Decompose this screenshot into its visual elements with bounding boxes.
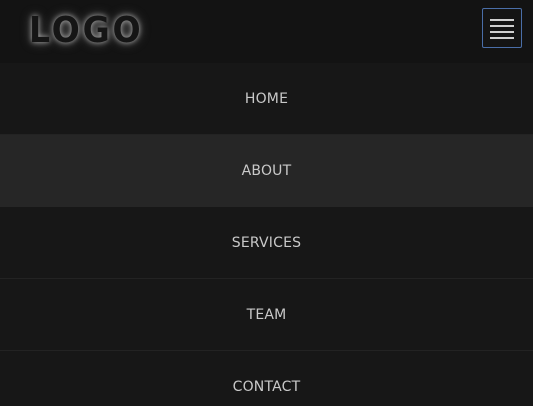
- hamburger-menu-icon: [490, 19, 514, 39]
- nav-item-services[interactable]: SERVICES: [0, 207, 533, 279]
- hamburger-bar: [490, 19, 514, 21]
- hamburger-bar: [490, 37, 514, 39]
- logo[interactable]: LOGO: [29, 9, 143, 53]
- nav-item-team[interactable]: TEAM: [0, 279, 533, 351]
- nav-item-home[interactable]: HOME: [0, 63, 533, 135]
- hamburger-bar: [490, 25, 514, 27]
- app-window: LOGO HOME ABOUT SERVICES TEAM CONTACT: [0, 0, 533, 406]
- nav-item-about[interactable]: ABOUT: [0, 135, 533, 207]
- navbar: LOGO: [0, 0, 533, 63]
- nav-item-contact[interactable]: CONTACT: [0, 351, 533, 406]
- hamburger-bar: [490, 31, 514, 33]
- menu-toggle-button[interactable]: [482, 8, 522, 48]
